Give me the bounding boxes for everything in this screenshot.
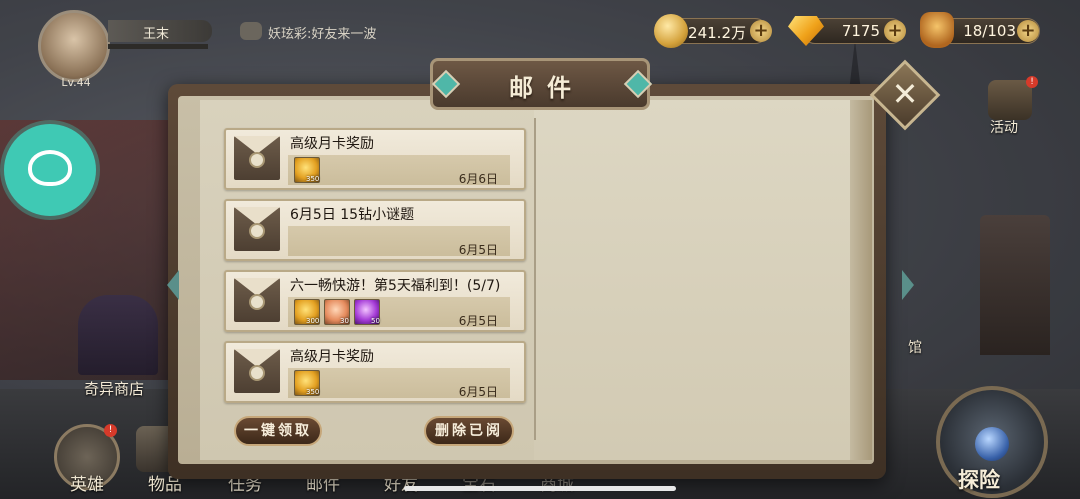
diamond-value: 7175 <box>841 22 880 40</box>
attachment-qty: 350 <box>306 175 320 183</box>
mail-title: 6月5日 15钻小谜题 <box>290 207 415 223</box>
delete-read-button[interactable]: 删除已阅 <box>424 416 514 446</box>
mail-date: 6月5日 <box>458 385 498 399</box>
envelope-seal-icon <box>249 294 265 310</box>
attachment-qty: 300 <box>306 317 320 325</box>
background-tower <box>980 215 1050 355</box>
envelope-seal-icon <box>249 223 265 239</box>
mail-title: 六一畅快游！第5天福利到！(5/7) <box>290 278 501 294</box>
dialog-title: 邮件 <box>509 74 585 102</box>
mail-title: 高级月卡奖励 <box>290 136 374 152</box>
mail-date: 6月5日 <box>458 314 498 328</box>
claim-all-button[interactable]: 一键领取 <box>234 416 322 446</box>
attachment-qty: 30 <box>340 317 349 325</box>
attachment-qty: 350 <box>306 388 320 396</box>
guild-label[interactable]: 馆 <box>908 337 922 357</box>
add-stamina-button[interactable]: + <box>1017 20 1039 42</box>
explore-label[interactable]: 探险 <box>958 464 1000 494</box>
stamina-icon <box>920 12 954 48</box>
gold-coin-icon <box>654 14 688 48</box>
mail-date: 6月6日 <box>458 172 498 186</box>
strange-shop-label[interactable]: 奇异商店 <box>84 378 144 399</box>
nav-hero[interactable]: 英雄 <box>70 470 104 495</box>
strange-shop-building[interactable] <box>78 295 158 375</box>
explore-emblem-icon <box>975 427 1009 461</box>
player-name: 王末 <box>142 27 169 42</box>
mail-title: 高级月卡奖励 <box>290 349 374 365</box>
chat-icon[interactable] <box>240 22 262 40</box>
add-diamond-button[interactable]: + <box>884 20 906 42</box>
chat-message[interactable]: 妖玹彩:好友来一波 <box>268 23 376 42</box>
add-gold-button[interactable]: + <box>750 20 772 42</box>
stamina-value: 18/103 <box>963 22 1016 40</box>
envelope-seal-icon <box>249 365 265 381</box>
activity-label[interactable]: 活动 <box>990 117 1018 137</box>
activity-icon[interactable] <box>988 80 1032 120</box>
envelope-seal-icon <box>249 152 265 168</box>
mail-date: 6月5日 <box>458 243 498 257</box>
page-edge <box>850 100 872 460</box>
panel-divider <box>534 118 536 440</box>
close-icon[interactable]: ✕ <box>880 74 930 114</box>
headset-icon <box>28 150 72 186</box>
activity-badge: ! <box>1026 76 1038 88</box>
attachment-qty: 50 <box>371 317 380 325</box>
exp-bar <box>108 44 208 49</box>
player-avatar[interactable] <box>38 10 110 82</box>
gold-value: 241.2万 <box>688 24 746 42</box>
hero-badge: ! <box>104 424 117 437</box>
home-indicator[interactable] <box>404 486 676 491</box>
player-level: Lv.44 <box>61 76 91 89</box>
